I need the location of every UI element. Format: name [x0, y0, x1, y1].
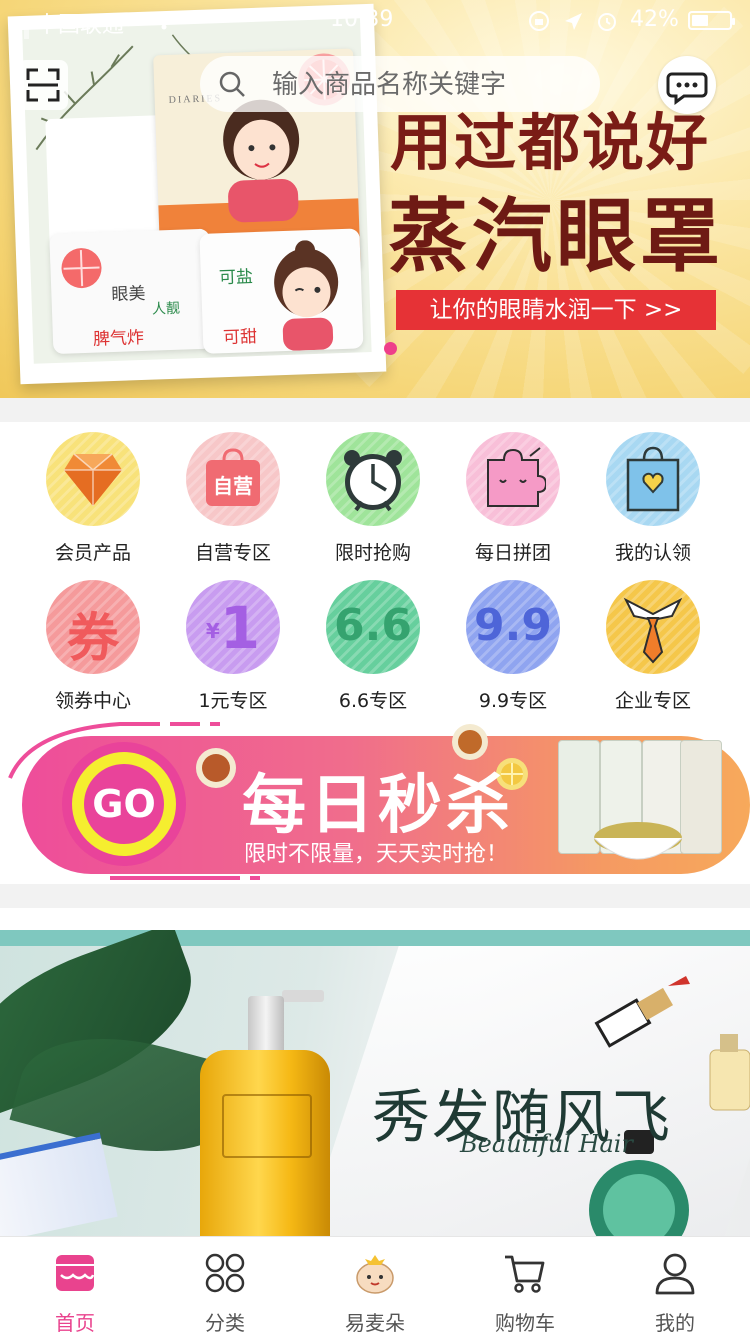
tab-cart[interactable]: 购物车: [450, 1237, 600, 1335]
message-button[interactable]: [658, 56, 716, 114]
profile-icon: [655, 1253, 695, 1295]
alarm-clock-icon: [326, 432, 420, 526]
search-icon: [219, 71, 245, 97]
tab-mascot[interactable]: 易麦朵: [300, 1237, 450, 1335]
shopping-bag-heart-icon: [606, 432, 700, 526]
mask-text-2: 人靓: [151, 300, 181, 318]
perfume-bottle-icon: [709, 1034, 750, 1111]
hero-title: 蒸汽眼罩: [388, 190, 724, 283]
scan-button[interactable]: [18, 60, 68, 110]
go-label: GO: [84, 764, 164, 844]
section-divider: [0, 398, 750, 422]
signal-icon: [10, 14, 31, 39]
coupon-icon: 券: [46, 580, 140, 674]
grid-label: 每日拼团: [474, 542, 551, 564]
clock-time: 10:39: [330, 7, 394, 32]
tab-bar: 首页 分类 易麦朵 购物车 我的: [0, 1236, 750, 1335]
mask-text-4: 可盐: [218, 267, 254, 289]
category-grid-icon: [205, 1253, 245, 1293]
search-input[interactable]: [270, 64, 594, 106]
wifi-icon: [151, 12, 177, 30]
flash-sale-banner[interactable]: GO 每日秒杀 限时不限量，天天实时抢！: [0, 718, 750, 884]
grapefruit-slice-icon: [61, 248, 102, 289]
eye-mask-left: 眼美 人靓 脾气炸: [49, 228, 214, 355]
necktie-icon: [606, 580, 700, 674]
grid-label: 限时抢购: [334, 542, 411, 564]
section-divider: [0, 884, 750, 908]
status-bar: 中国联通 10:39 42%: [0, 0, 750, 40]
bottle-neck: [248, 996, 284, 1056]
winking-girl-icon: [274, 240, 339, 351]
location-icon: [565, 13, 582, 30]
mask-text-5: 可甜: [222, 326, 258, 349]
grid-label: 会员产品: [54, 542, 131, 564]
notebook-decoration: [0, 1132, 118, 1236]
mask-text-3: 脾气炸: [92, 327, 145, 350]
tab-label: 我的: [655, 1311, 695, 1335]
carrier-name: 中国联通: [36, 13, 125, 38]
tab-categories[interactable]: 分类: [150, 1237, 300, 1335]
chat-bubble-icon: [666, 72, 708, 105]
tab-home[interactable]: 首页: [0, 1237, 150, 1335]
six-six-icon: 6.6: [326, 580, 420, 674]
grid-label: 自营专区: [194, 542, 271, 564]
battery-icon: [688, 11, 735, 30]
tab-label: 购物车: [495, 1311, 555, 1335]
eye-mask-right: 可盐 可甜: [199, 228, 364, 354]
battery-percent: 42%: [630, 7, 679, 32]
grid-label: 企业专区: [614, 690, 691, 712]
grid-label: 9.9专区: [478, 690, 548, 712]
scan-icon: [26, 68, 60, 102]
tab-label: 易麦朵: [345, 1311, 405, 1335]
grid-label: 我的认领: [614, 542, 691, 564]
mask-text-1: 眼美: [111, 283, 146, 306]
flash-sale-subtitle: 限时不限量，天天实时抢！: [244, 842, 509, 867]
alarm-icon: [598, 13, 616, 31]
tab-me[interactable]: 我的: [600, 1237, 750, 1335]
promo-subtitle: Beautiful Hair: [460, 1130, 633, 1158]
flash-sale-title: 每日秒杀: [242, 769, 514, 843]
grain-bowl-icon: [593, 822, 683, 860]
seeds-decoration-icon: [196, 748, 236, 788]
home-shop-icon: [56, 1255, 95, 1291]
grid-label: 领券中心: [54, 690, 131, 712]
carousel-indicator-dot[interactable]: [384, 342, 397, 355]
cart-icon: [505, 1255, 545, 1293]
nine-nine-icon: 9.9: [466, 580, 560, 674]
rotation-lock-icon: [529, 11, 549, 31]
hero-cta-button[interactable]: 让你的眼睛水润一下 >>: [396, 290, 716, 330]
hair-oil-bottle: [200, 1050, 330, 1236]
promo-banner[interactable]: 秀发随风飞 Beautiful Hair: [0, 930, 750, 1236]
grid-label: 1元专区: [198, 690, 268, 712]
pump-top: [282, 990, 324, 1002]
lipstick-icon: [594, 976, 690, 1048]
mascot-icon: [356, 1255, 394, 1294]
puzzle-icon: [466, 432, 560, 526]
grid-label: 6.6专区: [338, 690, 408, 712]
self-operated-bag-icon: 自营: [186, 432, 280, 526]
one-yuan-icon: ¥1: [186, 580, 280, 674]
diamond-icon: [46, 432, 140, 526]
tab-label: 首页: [55, 1311, 95, 1335]
tab-label: 分类: [205, 1311, 245, 1335]
go-button[interactable]: GO: [62, 742, 186, 866]
search-bar[interactable]: [200, 56, 600, 112]
